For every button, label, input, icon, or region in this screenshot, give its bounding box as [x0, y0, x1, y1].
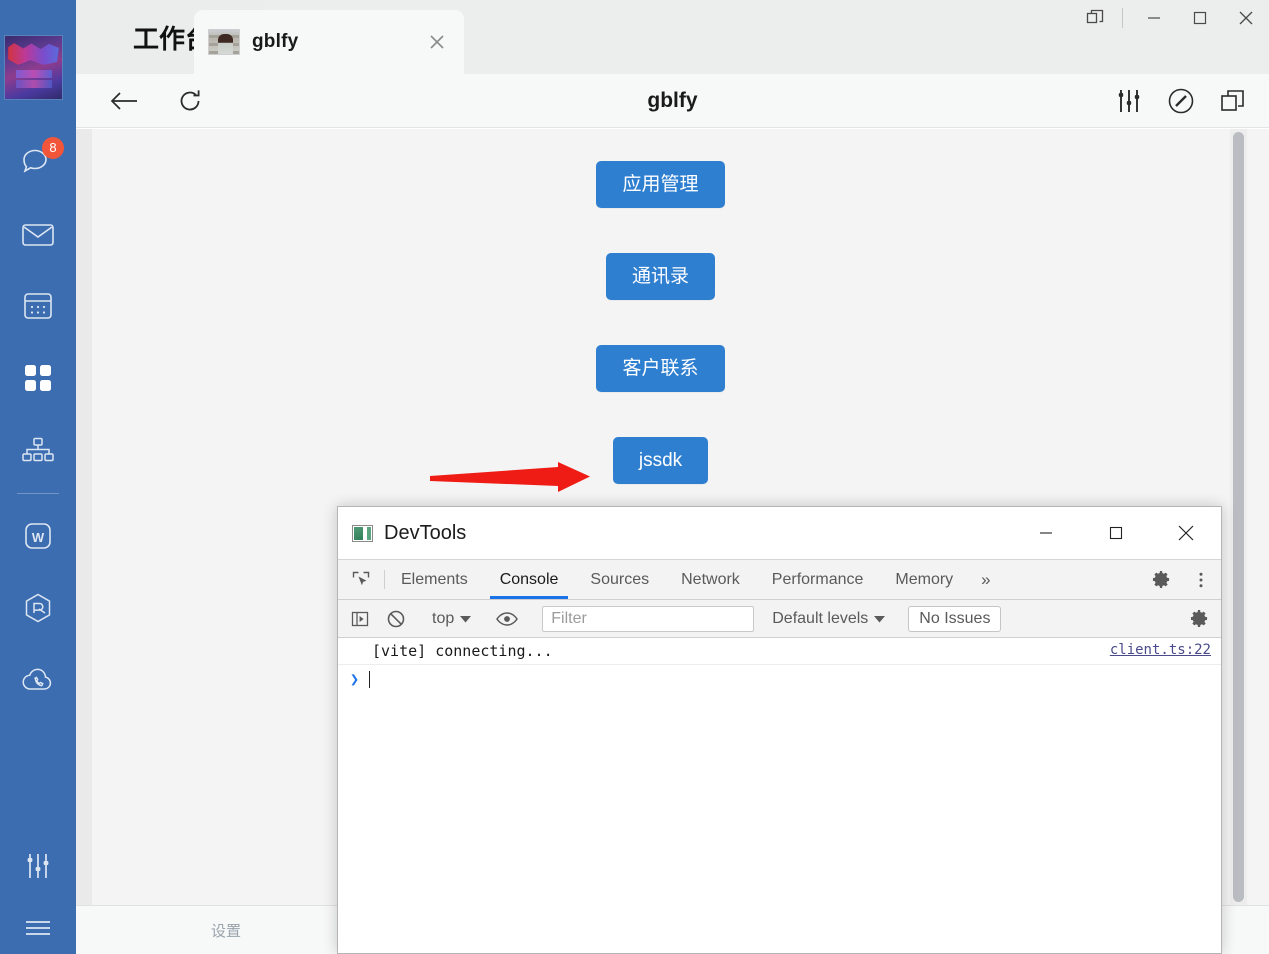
- mail-icon: [21, 221, 55, 247]
- sidebar-item-apps[interactable]: [0, 342, 76, 414]
- refresh-button[interactable]: [164, 75, 216, 127]
- sidebar-item-calendar[interactable]: [0, 270, 76, 342]
- window-controls: [1072, 0, 1269, 36]
- tab-performance[interactable]: Performance: [756, 560, 880, 599]
- live-expression-icon[interactable]: [489, 601, 525, 637]
- clear-console-icon[interactable]: [378, 601, 414, 637]
- devtools-tab-bar: Elements Console Sources Network Perform…: [338, 559, 1221, 600]
- console-context-value: top: [432, 609, 455, 627]
- console-text-caret: [369, 670, 371, 688]
- devtools-more-options-icon[interactable]: [1181, 560, 1221, 600]
- console-sidebar-icon[interactable]: [342, 601, 378, 637]
- window-controls-divider: [1122, 8, 1123, 28]
- tab-network[interactable]: Network: [665, 560, 756, 599]
- console-settings-gear-icon[interactable]: [1181, 601, 1217, 637]
- sidebar-item-wps[interactable]: W: [0, 500, 76, 572]
- browser-tab-gblfy[interactable]: gblfy: [194, 10, 464, 74]
- contacts-button[interactable]: 通讯录: [605, 253, 715, 300]
- split-window-icon[interactable]: [1072, 0, 1118, 36]
- console-filter-input[interactable]: [551, 609, 746, 628]
- console-context-selector[interactable]: top: [423, 610, 480, 628]
- compass-icon[interactable]: [1155, 75, 1207, 127]
- rail-bottom-list: [0, 830, 76, 954]
- content-left-gutter: [76, 129, 92, 905]
- devtools-title-bar: DevTools: [338, 507, 1221, 559]
- menu-lines-icon: [24, 919, 52, 937]
- tab-sources[interactable]: Sources: [574, 560, 665, 599]
- sidebar-item-mail[interactable]: [0, 198, 76, 270]
- console-filter-field[interactable]: [542, 605, 755, 632]
- console-levels-selector[interactable]: Default levels: [762, 610, 895, 628]
- wps-w-icon: W: [23, 521, 53, 551]
- tab-close-icon[interactable]: [424, 29, 450, 55]
- settings-label[interactable]: 设置: [76, 920, 376, 941]
- chat-unread-badge: 8: [42, 137, 64, 159]
- devtools-close-button[interactable]: [1151, 508, 1221, 558]
- customer-contact-button[interactable]: 客户联系: [596, 345, 725, 392]
- tab-console[interactable]: Console: [484, 560, 575, 599]
- apps-grid-icon: [23, 363, 53, 393]
- sidebar-item-cloud-phone[interactable]: [0, 644, 76, 716]
- rail-divider: [17, 493, 59, 494]
- console-prompt-icon: ❯: [350, 670, 360, 688]
- rail-icon-list: 8 W: [0, 126, 76, 716]
- back-button[interactable]: [98, 75, 150, 127]
- minimize-button[interactable]: [1131, 0, 1177, 36]
- console-message-text: [vite] connecting...: [372, 642, 553, 660]
- calendar-icon: [23, 291, 53, 321]
- no-issues-button[interactable]: No Issues: [908, 605, 1002, 632]
- content-scrollbar[interactable]: [1230, 129, 1247, 905]
- inspect-element-icon[interactable]: [338, 560, 384, 599]
- close-button[interactable]: [1223, 0, 1269, 36]
- sidebar-item-menu[interactable]: [0, 902, 76, 954]
- sliders-icon[interactable]: [1103, 75, 1155, 127]
- console-input-row[interactable]: ❯: [338, 665, 1221, 693]
- sidebar-item-org[interactable]: [0, 414, 76, 486]
- console-levels-value: Default levels: [772, 609, 869, 627]
- jssdk-button[interactable]: jssdk: [612, 437, 709, 484]
- devtools-settings-gear-icon[interactable]: [1141, 560, 1181, 600]
- page-title: gblfy: [647, 88, 698, 112]
- svg-text:W: W: [32, 530, 45, 545]
- tab-title: gblfy: [252, 31, 299, 52]
- app-window: 8 W 工作台 gblfy gblfy 应用管理 通讯录 客户联系 jssdk …: [0, 0, 1269, 954]
- sidebar-item-cube[interactable]: [0, 572, 76, 644]
- page-toolbar: gblfy: [76, 74, 1269, 128]
- devtools-app-icon: [352, 524, 373, 542]
- chevron-down-icon: [460, 610, 472, 628]
- title-bar: 工作台 gblfy: [76, 0, 1269, 74]
- user-avatar[interactable]: [5, 36, 62, 99]
- open-external-icon[interactable]: [1207, 75, 1259, 127]
- toolbar-right-icons: [1103, 75, 1259, 127]
- console-output[interactable]: [vite] connecting... client.ts:22 ❯: [338, 638, 1221, 953]
- tab-favicon: [208, 29, 240, 55]
- app-management-button[interactable]: 应用管理: [596, 161, 725, 208]
- devtools-maximize-button[interactable]: [1081, 508, 1151, 558]
- chevron-down-icon: [874, 610, 886, 628]
- sidebar-item-settings[interactable]: [0, 830, 76, 902]
- cube-icon: [22, 592, 54, 624]
- devtools-window: DevTools Elements Console Sources Networ…: [337, 506, 1222, 954]
- devtools-tabbar-right: [1140, 560, 1221, 599]
- sidebar-item-chat[interactable]: 8: [0, 126, 76, 198]
- left-nav-rail: 8 W: [0, 0, 76, 954]
- content-scrollbar-thumb[interactable]: [1233, 132, 1244, 902]
- more-tabs-icon[interactable]: »: [969, 560, 1002, 599]
- tab-memory[interactable]: Memory: [879, 560, 969, 599]
- devtools-window-controls: [1011, 508, 1221, 558]
- console-toolbar: top Default levels: [338, 600, 1221, 638]
- annotation-arrow: [430, 462, 620, 498]
- console-message-row: [vite] connecting... client.ts:22: [338, 638, 1221, 665]
- maximize-button[interactable]: [1177, 0, 1223, 36]
- devtools-minimize-button[interactable]: [1011, 508, 1081, 558]
- tab-elements[interactable]: Elements: [385, 560, 484, 599]
- devtools-title: DevTools: [384, 521, 467, 544]
- console-message-source[interactable]: client.ts:22: [1110, 642, 1211, 658]
- org-chart-icon: [21, 437, 55, 463]
- cloud-phone-icon: [21, 667, 55, 693]
- sliders-icon: [24, 852, 52, 880]
